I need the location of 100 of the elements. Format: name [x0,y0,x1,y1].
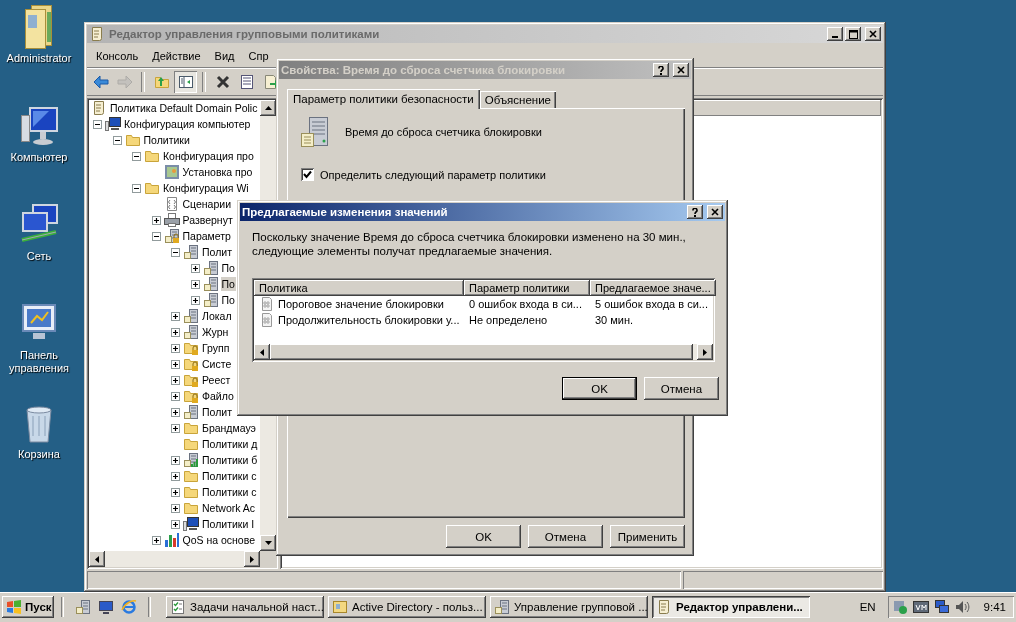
desktop-icon-label[interactable]: Administrator [1,52,77,65]
expand-icon[interactable] [151,215,161,225]
collapse-icon[interactable] [93,119,102,129]
scroll-left-button[interactable] [89,551,105,567]
close-icon [869,30,877,38]
browser-icon[interactable] [121,599,137,615]
tree-item[interactable]: По [220,293,236,307]
dialog-button[interactable]: OK [446,525,521,548]
help-button[interactable] [687,205,703,219]
server-icon[interactable] [75,599,91,615]
tree-item[interactable]: Политики д [201,437,259,451]
tree-item[interactable]: Полит [201,405,233,419]
tree-item[interactable]: Конфигурация Wi [162,181,250,195]
network-icon[interactable] [933,599,950,615]
expand-icon[interactable] [171,487,180,497]
tree-item[interactable]: По [220,261,236,275]
scroll-up-button[interactable] [260,100,276,116]
tab[interactable]: Объяснение [479,91,556,108]
tab[interactable]: Параметр политики безопасности [287,89,480,109]
tree-item[interactable]: Групп [201,341,231,355]
expand-icon[interactable] [171,375,180,385]
expand-icon[interactable] [171,343,180,353]
expand-icon[interactable] [171,391,180,401]
speaker-icon[interactable] [953,599,970,615]
maximize-button[interactable] [845,27,861,41]
tree-item[interactable]: Конфигурация про [162,149,255,163]
tree-item[interactable]: Развернут [181,213,234,227]
tree-item[interactable]: По [220,277,236,291]
expand-icon[interactable] [171,455,180,465]
tree-item[interactable]: Параметр [181,229,232,243]
vm-icon[interactable] [911,599,930,615]
tree-item[interactable]: Политики с [201,469,258,483]
tree-toggle-button[interactable] [174,71,197,93]
desktop-icon-label[interactable]: Корзина [1,448,77,461]
close-button[interactable] [865,27,881,41]
tree-item[interactable]: Установка про [181,165,254,179]
menu-item[interactable]: Спр [241,48,276,64]
desktop-icon[interactable] [98,599,114,615]
column-header[interactable]: Параметр политики [464,280,590,296]
tree-item[interactable]: Локал [201,309,233,323]
expand-icon[interactable] [190,295,200,305]
tree-item[interactable]: Систе [201,357,233,371]
collapse-icon[interactable] [112,135,122,145]
tree-item[interactable]: Реест [201,373,232,387]
tree-item[interactable]: Политика Default Domain Polic [109,101,259,115]
collapse-icon[interactable] [151,231,161,241]
start-button[interactable]: Пуск [2,596,54,618]
scroll-left-button[interactable] [254,344,270,360]
expand-icon[interactable] [190,279,200,289]
server-icon [183,244,199,260]
column-header[interactable]: Политика [254,280,464,296]
desktop-icon-label[interactable]: Панель управления [1,349,77,375]
language-indicator[interactable]: EN [851,601,884,613]
taskbar-button[interactable]: Active Directory - польз... [328,596,486,618]
tree-item[interactable]: Политики I [201,517,256,531]
scroll-right-button[interactable] [244,551,260,567]
menu-item[interactable]: Действие [145,48,208,64]
expand-icon[interactable] [171,519,180,529]
tree-item[interactable]: Network Ac [201,501,257,515]
expand-icon[interactable] [171,503,180,513]
dialog-button[interactable]: Отмена [528,525,603,548]
dialog-button[interactable]: Применить [610,525,685,548]
tree-item[interactable]: Политики б [201,453,259,467]
expand-icon[interactable] [171,471,180,481]
expand-icon[interactable] [171,407,180,417]
expand-icon[interactable] [171,311,180,321]
dialog-button[interactable]: Отмена [644,377,719,400]
taskbar-button[interactable]: Редактор управлени... [652,596,810,618]
tree-item[interactable]: Конфигурация компьютер [123,117,252,131]
menu-item[interactable]: Консоль [89,48,146,64]
scrollbar[interactable] [89,551,260,567]
expand-icon[interactable] [171,359,180,369]
tree-item[interactable]: Политики с [201,485,258,499]
dialog-button[interactable]: OK [562,377,637,400]
taskbar-button[interactable]: Задачи начальной наст... [166,596,324,618]
scroll-right-button[interactable] [697,344,713,360]
collapse-icon[interactable] [171,247,180,257]
collapse-icon[interactable] [132,151,141,161]
server-icon [202,292,219,308]
close-button[interactable] [707,205,723,219]
tree-item[interactable]: Файло [201,389,235,403]
desktop-icon-label[interactable]: Сеть [1,250,77,263]
taskbar-button[interactable]: Управление групповой ... [490,596,648,618]
tree-item[interactable]: Брандмауэ [201,421,257,435]
checkbox[interactable] [301,168,314,181]
scroll-down-button[interactable] [260,535,276,551]
minimize-button[interactable] [827,27,843,41]
expand-icon[interactable] [171,423,180,433]
desktop-icon-label[interactable]: Компьютер [1,151,77,164]
collapse-icon[interactable] [132,183,141,193]
expand-icon[interactable] [151,535,161,545]
tree-item[interactable]: QoS на основе [181,533,256,547]
column-header[interactable]: Предлагаемое значе... [590,280,716,296]
expand-icon[interactable] [171,327,180,337]
tree-item[interactable]: Журн [201,325,230,339]
expand-icon[interactable] [190,263,200,273]
tree-item[interactable]: Сценарии [181,197,233,211]
menu-item[interactable]: Вид [207,48,242,64]
tree-item[interactable]: Полит [201,245,233,259]
tree-item[interactable]: Политики [142,133,191,147]
